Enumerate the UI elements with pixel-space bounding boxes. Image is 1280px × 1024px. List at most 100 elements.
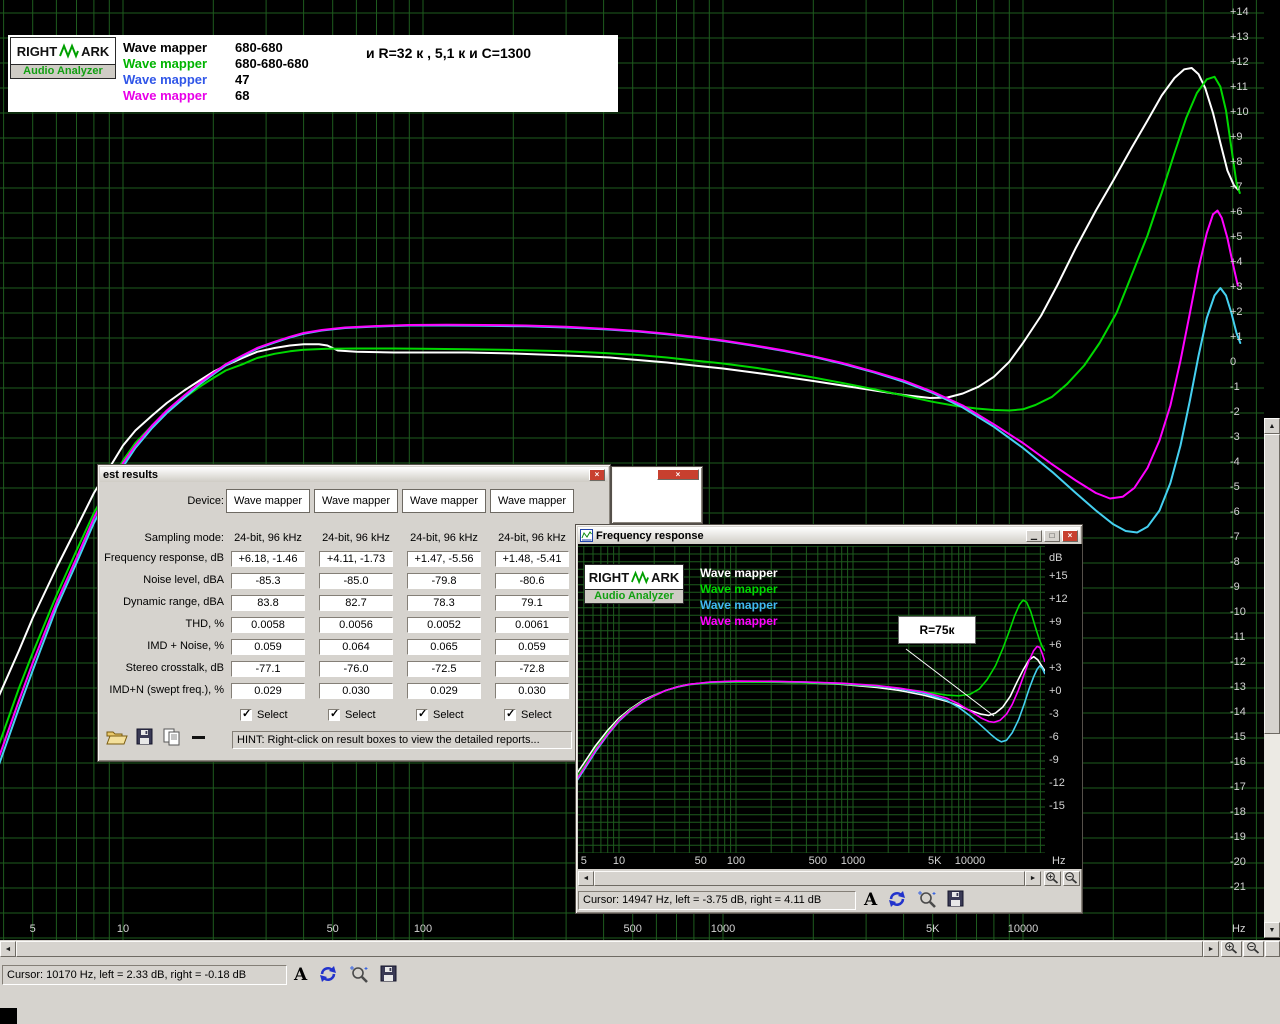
result-value[interactable]: +1.47, -5.56	[407, 551, 481, 567]
save-icon[interactable]	[380, 965, 398, 986]
minimize-button[interactable]: ▁	[1026, 529, 1042, 542]
y-axis-label: -11	[1230, 631, 1246, 643]
rmaa-app-window: +14 +13 +12 +11 +10 +9 +8 +7 +6 +5 +4 +3 +2 +1 0 -1 -2 -3…	[0, 0, 1280, 1024]
fr-titlebar[interactable]: Frequency response ▁ □ ×	[578, 527, 1080, 544]
y-axis-label: -3	[1230, 431, 1240, 443]
scroll-down-icon[interactable]: ▼	[1264, 922, 1280, 938]
maximize-button[interactable]: □	[1044, 529, 1060, 542]
curve-wave-mapper-1	[578, 655, 1045, 774]
scrollbar-thumb[interactable]	[16, 941, 1203, 957]
zoom-out-icon	[1246, 941, 1261, 957]
y-axis-label: -4	[1230, 456, 1240, 468]
select-checkbox[interactable]: ✓	[416, 708, 428, 722]
result-value[interactable]: 79.1	[495, 595, 569, 611]
main-vertical-scrollbar[interactable]: ▲ ▼	[1264, 418, 1280, 938]
y-axis-label: +7	[1230, 181, 1243, 193]
fr-y-axis: dB +15 +12 +9 +6 +3 +0 -3 -6 -9 -12 -15	[1045, 546, 1082, 853]
scroll-up-icon[interactable]: ▲	[1264, 418, 1280, 434]
y-axis-label: -14	[1230, 706, 1246, 718]
fr-horizontal-scrollbar[interactable]: ◄ ►	[578, 871, 1041, 886]
frequency-response-window: Frequency response ▁ □ × dB +15 +12 +9 +6 +3 +…	[575, 524, 1083, 914]
y-axis-label: +12	[1230, 56, 1249, 68]
result-value[interactable]: -72.8	[495, 661, 569, 677]
y-axis-label: +2	[1230, 306, 1243, 318]
save-icon[interactable]	[136, 728, 154, 749]
open-folder-icon[interactable]	[106, 728, 128, 749]
font-button[interactable]: A	[294, 965, 307, 985]
result-value[interactable]: +6.18, -1.46	[231, 551, 305, 567]
refresh-icon[interactable]	[886, 889, 908, 912]
result-value[interactable]: 0.0058	[231, 617, 305, 633]
close-button[interactable]: ×	[1062, 529, 1078, 542]
zoom-in-icon	[1045, 871, 1060, 887]
result-value[interactable]: -76.0	[319, 661, 393, 677]
result-value[interactable]: 82.7	[319, 595, 393, 611]
refresh-icon[interactable]	[317, 964, 339, 987]
zoom-out-icon	[1064, 871, 1079, 887]
result-value[interactable]: 0.030	[319, 683, 393, 699]
result-value[interactable]: 0.059	[231, 639, 305, 655]
zoom-in-button[interactable]	[1044, 871, 1061, 886]
scrollbar-thumb[interactable]	[594, 871, 1025, 886]
result-value[interactable]: 0.030	[495, 683, 569, 699]
result-value[interactable]: 0.064	[319, 639, 393, 655]
result-value[interactable]: -80.6	[495, 573, 569, 589]
y-axis-label: -9	[1049, 754, 1059, 766]
select-checkbox[interactable]: ✓	[240, 708, 252, 722]
scroll-right-icon[interactable]: ►	[1025, 871, 1041, 886]
result-value[interactable]: +1.48, -5.41	[495, 551, 569, 567]
result-value[interactable]: -85.3	[231, 573, 305, 589]
select-checkbox[interactable]: ✓	[328, 708, 340, 722]
logo-text-right: RIGHT	[588, 569, 630, 585]
scrollbar-track[interactable]	[1264, 734, 1280, 922]
y-axis-label: -12	[1230, 656, 1246, 668]
magnifier-icon[interactable]	[917, 889, 938, 912]
legend-entries: Wave mapper Wave mapper Wave mapper Wave ma…	[700, 566, 830, 636]
minus-icon[interactable]	[190, 728, 208, 749]
scroll-left-icon[interactable]: ◄	[578, 871, 594, 886]
select-checkbox[interactable]: ✓	[504, 708, 516, 722]
zoom-out-button[interactable]	[1243, 941, 1264, 957]
result-value[interactable]: 0.0056	[319, 617, 393, 633]
result-value[interactable]: -72.5	[407, 661, 481, 677]
font-button[interactable]: A	[864, 890, 877, 910]
legend-entry-value: 47	[235, 72, 250, 87]
logo-text-ark: ARK	[651, 569, 680, 585]
result-value[interactable]: 0.065	[407, 639, 481, 655]
sampling-mode-value: 24-bit, 96 kHz	[234, 532, 302, 544]
y-axis-label: -21	[1230, 881, 1246, 893]
legend-entry-label: Wave mapper	[123, 88, 208, 103]
result-value[interactable]: 0.059	[495, 639, 569, 655]
y-axis-label: -2	[1230, 406, 1240, 418]
result-value[interactable]: 83.8	[231, 595, 305, 611]
result-row-label: Dynamic range, dBA	[123, 596, 224, 608]
result-value[interactable]: -79.8	[407, 573, 481, 589]
fr-chart-area[interactable]: dB +15 +12 +9 +6 +3 +0 -3 -6 -9 -12 -15 5 10 50 100 500…	[578, 544, 1082, 869]
result-value[interactable]: 0.029	[407, 683, 481, 699]
magnifier-icon[interactable]	[349, 964, 370, 987]
x-axis-unit: Hz	[1232, 923, 1246, 935]
y-axis-label: +5	[1230, 231, 1243, 243]
legend-entry: Wave mapper	[700, 582, 778, 596]
main-horizontal-scrollbar[interactable]: ◄ ►	[0, 941, 1219, 957]
copy-icon[interactable]	[162, 728, 182, 749]
result-value[interactable]: 78.3	[407, 595, 481, 611]
zoom-out-button[interactable]	[1063, 871, 1080, 886]
x-axis-label: 500	[808, 855, 827, 867]
result-value[interactable]: -77.1	[231, 661, 305, 677]
save-icon[interactable]	[947, 890, 965, 911]
scroll-right-icon[interactable]: ►	[1203, 941, 1219, 957]
result-value[interactable]: 0.0061	[495, 617, 569, 633]
result-value[interactable]: 0.029	[231, 683, 305, 699]
scrollbar-thumb[interactable]	[1264, 434, 1280, 734]
y-axis-label: -3	[1049, 708, 1059, 720]
close-icon[interactable]: ×	[657, 469, 699, 480]
x-axis-label: 10	[612, 855, 626, 867]
result-value[interactable]: +4.11, -1.73	[319, 551, 393, 567]
result-value[interactable]: 0.0052	[407, 617, 481, 633]
result-value[interactable]: -85.0	[319, 573, 393, 589]
select-row: ✓ Select ✓ Select ✓ Select ✓ Select	[98, 708, 612, 725]
scroll-left-icon[interactable]: ◄	[0, 941, 16, 957]
zoom-in-button[interactable]	[1221, 941, 1242, 957]
y-axis-label: -8	[1230, 556, 1240, 568]
